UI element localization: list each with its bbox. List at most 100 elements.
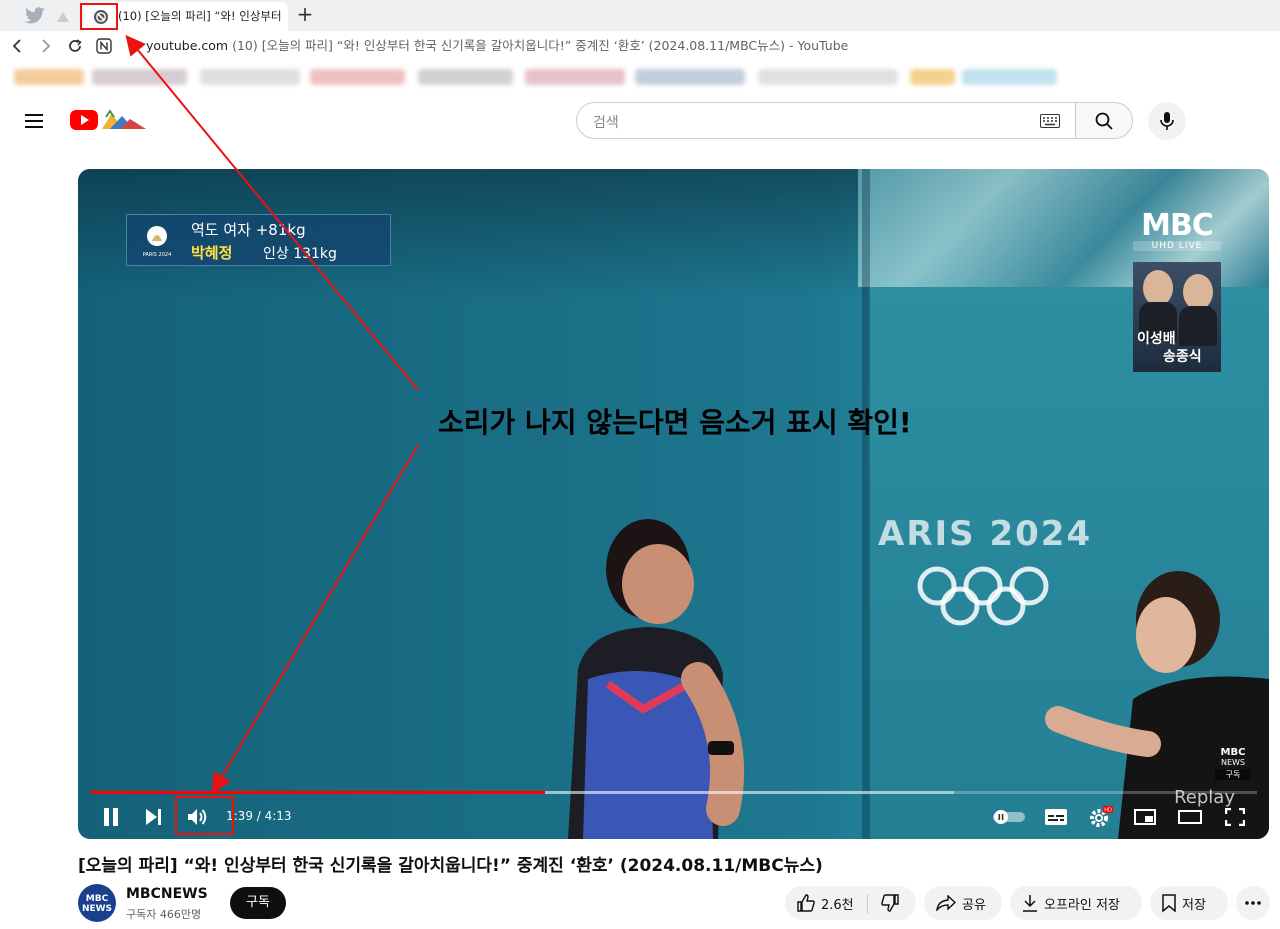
channel-name[interactable]: MBCNEWS — [126, 886, 208, 902]
avatar-text: NEWS — [81, 904, 113, 914]
settings-button[interactable]: HD — [1086, 804, 1116, 830]
youtube-masthead: 검색 — [0, 95, 1280, 147]
reload-icon — [69, 39, 82, 52]
athlete-figure — [568, 519, 745, 839]
subscriber-count: 구독자 466만명 — [126, 908, 202, 921]
share-icon — [936, 895, 956, 911]
naver-button[interactable] — [93, 35, 115, 57]
more-horizontal-icon — [1245, 901, 1261, 905]
pause-button[interactable] — [96, 804, 126, 830]
video-player[interactable]: PARIS 2024 역도 여자 +81kg 박혜정 인상 131kg MBC … — [78, 169, 1269, 839]
back-arrow-icon — [12, 39, 21, 53]
commentator-suit — [1179, 306, 1217, 346]
microphone-icon — [1160, 112, 1174, 130]
url-host: youtube.com — [146, 38, 229, 53]
mute-check-annotation: 소리가 나지 않는다면 음소거 표시 확인! — [438, 406, 912, 439]
bookmark-blurred[interactable] — [310, 69, 405, 85]
share-label: 공유 — [962, 897, 986, 913]
bookmark-blurred[interactable] — [14, 69, 84, 85]
bookmark-blurred[interactable] — [635, 69, 745, 85]
reload-button[interactable] — [64, 35, 86, 57]
olympic-rings-icon — [917, 566, 1049, 626]
caption-athlete: 박혜정 — [191, 244, 233, 262]
pinned-site-icon — [57, 12, 69, 22]
browser-toolbar: youtube.com (10) [오늘의 파리] “와! 인상부터 한국 신기… — [0, 31, 1280, 61]
like-count: 2.6천 — [821, 897, 854, 913]
commentator-face — [1143, 270, 1173, 306]
hamburger-menu-icon[interactable] — [22, 109, 46, 133]
channel-avatar[interactable]: MBC NEWS — [78, 884, 116, 922]
commentator-name: 이성배 — [1137, 331, 1176, 347]
paris-2024-emblem-icon: PARIS 2024 — [143, 226, 171, 258]
voice-search-button[interactable] — [1148, 102, 1186, 140]
next-button[interactable] — [139, 804, 169, 830]
subtitles-button[interactable] — [1041, 804, 1071, 830]
bookmark-blurred[interactable] — [200, 69, 300, 85]
miniplayer-button[interactable] — [1130, 804, 1160, 830]
bookmark-blurred[interactable] — [525, 69, 625, 85]
broadcast-caption: PARIS 2024 역도 여자 +81kg 박혜정 인상 131kg — [126, 214, 391, 266]
new-tab-button[interactable]: + — [294, 4, 316, 26]
caption-result: 인상 131kg — [263, 246, 337, 262]
bookmark-blurred[interactable] — [418, 69, 513, 85]
watermark-line: MBC — [1220, 747, 1246, 758]
bookmark-blurred[interactable] — [962, 69, 1057, 85]
save-label: 저장 — [1182, 897, 1206, 913]
mute-button-highlight-box — [175, 796, 234, 835]
bookmark-blurred[interactable] — [910, 69, 955, 85]
dislike-button[interactable] — [867, 894, 899, 912]
pinned-tab-2[interactable] — [46, 3, 80, 29]
video-backdrop-edge — [862, 169, 870, 839]
theater-mode-icon — [1178, 810, 1202, 824]
bookmark-blurred[interactable] — [92, 69, 187, 85]
like-button[interactable]: 2.6천 — [785, 894, 867, 913]
like-dislike-group: 2.6천 — [785, 886, 916, 920]
more-actions-button[interactable] — [1236, 886, 1270, 920]
thumbs-down-icon — [881, 894, 899, 912]
offline-save-button[interactable]: 오프라인 저장 — [1010, 886, 1142, 920]
mbc-news-watermark: MBC NEWS 구독 — [1215, 747, 1251, 783]
miniplayer-icon — [1134, 809, 1156, 825]
youtube-logo-icon[interactable] — [70, 107, 150, 133]
tab-mute-highlight-box — [80, 3, 118, 30]
pause-icon — [104, 808, 118, 826]
url-rest: (10) [오늘의 파리] “와! 인상부터 한국 신기록을 갈아치웁니다!” … — [228, 38, 849, 53]
bookmarks-bar — [0, 61, 1280, 95]
fullscreen-icon — [1225, 808, 1245, 826]
theater-mode-button[interactable] — [1175, 804, 1205, 830]
thumbs-up-icon — [797, 894, 815, 912]
forward-arrow-icon — [42, 39, 51, 53]
gear-icon: HD — [1090, 806, 1113, 827]
bookmark-blurred[interactable] — [758, 69, 898, 85]
keyboard-icon[interactable] — [1040, 114, 1060, 128]
address-bar[interactable]: youtube.com (10) [오늘의 파리] “와! 인상부터 한국 신기… — [128, 34, 1268, 58]
progress-bar[interactable] — [90, 791, 1257, 794]
search-box[interactable]: 검색 — [576, 102, 1076, 139]
download-icon — [1023, 895, 1037, 912]
naver-n-icon — [96, 38, 112, 54]
bookmark-icon — [1162, 894, 1176, 912]
subscribe-button[interactable]: 구독 — [230, 887, 286, 919]
venue-paris-2024-text: ARIS 2024 — [878, 514, 1093, 554]
mbc-logo-text: MBC — [1141, 208, 1214, 243]
fullscreen-button[interactable] — [1220, 804, 1250, 830]
skip-next-icon — [146, 809, 161, 825]
svg-text:HD: HD — [1104, 808, 1112, 814]
watermark-subscribe: 구독 — [1215, 769, 1251, 780]
time-display: 1:39 / 4:13 — [226, 809, 292, 823]
forward-button[interactable] — [35, 35, 57, 57]
save-button[interactable]: 저장 — [1150, 886, 1228, 920]
share-button[interactable]: 공유 — [924, 886, 1002, 920]
twitter-bird-icon — [24, 7, 45, 24]
commentator-name: 송종식 — [1163, 349, 1202, 365]
tab-strip: (10) [오늘의 파리] “와! 인상부터 + — [0, 0, 1280, 31]
autoplay-toggle[interactable] — [992, 804, 1026, 830]
tab-title: (10) [오늘의 파리] “와! 인상부터 — [118, 9, 282, 23]
commentator-face — [1183, 274, 1213, 310]
back-button[interactable] — [6, 35, 28, 57]
search-button[interactable] — [1075, 102, 1133, 139]
subtitles-icon — [1045, 809, 1067, 825]
offline-save-label: 오프라인 저장 — [1044, 897, 1120, 913]
search-input[interactable]: 검색 — [593, 112, 619, 132]
site-info-icon[interactable] — [128, 39, 140, 51]
